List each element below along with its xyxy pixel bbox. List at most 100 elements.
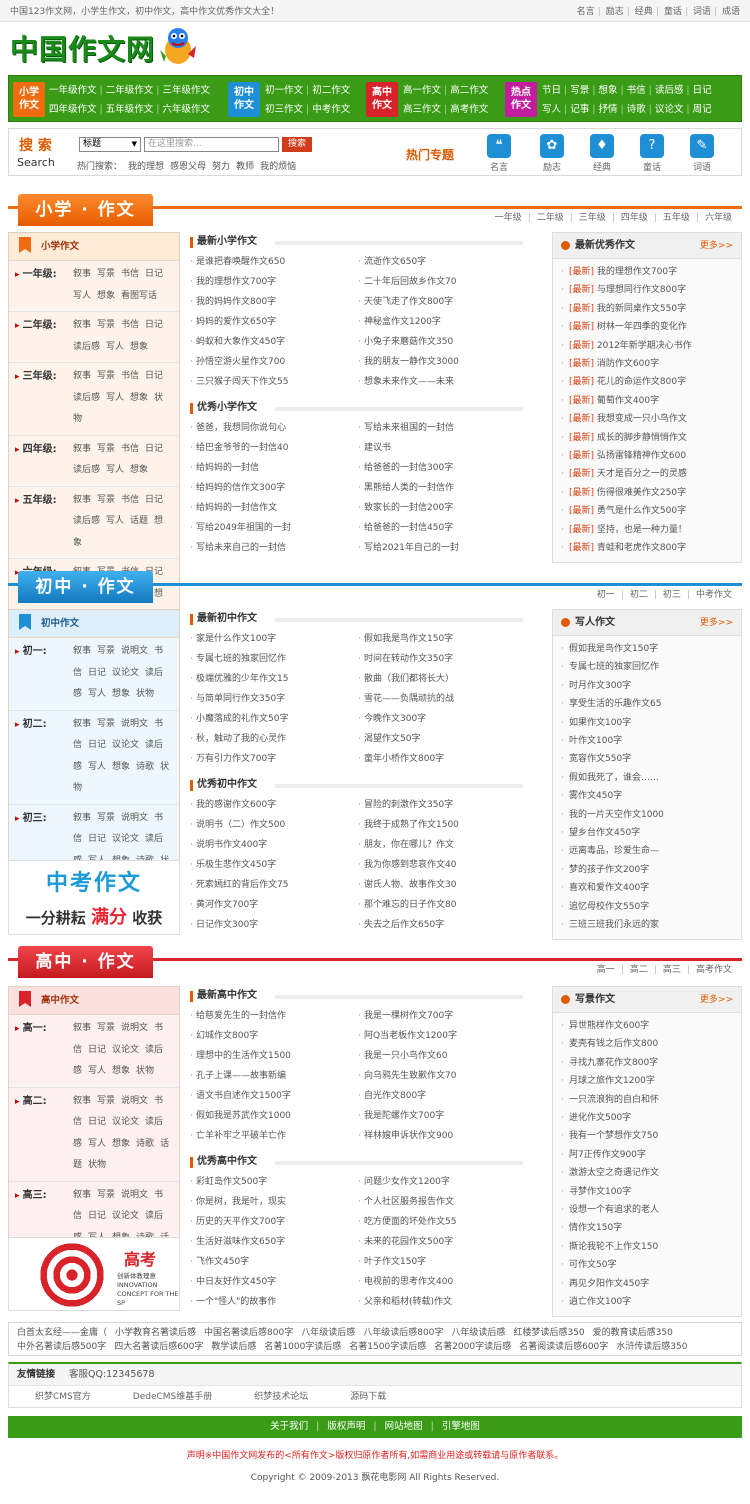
category-link[interactable]: 读后感 <box>73 516 100 526</box>
nav-badge[interactable]: 热点 作文 <box>505 82 537 117</box>
featured-link[interactable]: [最新] 弘扬雷锋精神作文600 <box>553 447 741 465</box>
featured-link[interactable]: 望乡台作文450字 <box>553 824 741 842</box>
grade-name[interactable]: 四年级: <box>15 439 57 462</box>
grade-name[interactable]: 初二: <box>15 714 47 737</box>
category-link[interactable]: 看图写话 <box>121 291 157 301</box>
category-link[interactable]: 议论文 <box>112 834 139 844</box>
article-link[interactable]: 生活好滋味作文650字 <box>190 1232 358 1252</box>
category-link[interactable]: 书信 <box>121 371 139 381</box>
nav-link[interactable]: 写人 <box>542 104 561 115</box>
nav-link[interactable]: 写景 <box>570 85 589 96</box>
category-link[interactable]: 写景 <box>97 1096 115 1106</box>
nav-link[interactable]: 抒情 <box>598 104 617 115</box>
featured-link[interactable]: 假如我死了，谁会…… <box>553 769 741 787</box>
nav-link[interactable]: 四年级作文 <box>49 104 97 115</box>
article-link[interactable]: 电视前的思考作文400 <box>358 1272 526 1292</box>
featured-link[interactable]: 假如我是鸟作文150字 <box>553 640 741 658</box>
article-link[interactable]: 写给未来祖国的一封信 <box>358 418 526 438</box>
article-link[interactable]: 理想中的生活作文1500 <box>190 1046 358 1066</box>
featured-link[interactable]: 专属七班的独家回忆作 <box>553 658 741 676</box>
grade-link[interactable]: 三年级 <box>579 213 606 223</box>
article-link[interactable]: 你是树，我是叶，现实 <box>190 1192 358 1212</box>
tag-link[interactable]: 白首太玄经——金庸（ <box>17 1328 107 1338</box>
article-link[interactable]: 叶子作文150字 <box>358 1252 526 1272</box>
zhongkao-banner[interactable]: 中考作文 一分耕耘 满分 收获 <box>8 860 180 935</box>
category-link[interactable]: 说明文 <box>121 1190 148 1200</box>
category-link[interactable]: 日记 <box>88 1211 106 1221</box>
nav-link[interactable]: 高一作文 <box>403 85 441 96</box>
category-link[interactable]: 想象 <box>130 465 148 475</box>
featured-link[interactable]: 我的一片天空作文1000 <box>553 806 741 824</box>
category-link[interactable]: 日记 <box>88 668 106 678</box>
article-link[interactable]: 未来的花园作文500字 <box>358 1232 526 1252</box>
nav-link[interactable]: 高考作文 <box>450 104 488 115</box>
friend-link[interactable]: 织梦CMS官方 <box>35 1392 91 1402</box>
article-link[interactable]: 想象未来作文——未来 <box>358 372 526 392</box>
category-link[interactable]: 说明文 <box>121 1096 148 1106</box>
category-link[interactable]: 写人 <box>88 1139 106 1149</box>
category-link[interactable]: 日记 <box>145 320 163 330</box>
article-link[interactable]: 专属七班的独家回忆作 <box>190 649 358 669</box>
featured-link[interactable]: [最新] 坚持，也是一种力量！ <box>553 521 741 539</box>
featured-link[interactable]: [最新] 我想变成一只小鸟作文 <box>553 410 741 428</box>
grade-name[interactable]: 高一: <box>15 1018 47 1041</box>
article-link[interactable]: 谢氏人物、故事作文30 <box>358 875 526 895</box>
featured-link[interactable]: 月球之旅作文1200字 <box>553 1072 741 1090</box>
nav-badge[interactable]: 高中 作文 <box>366 82 398 117</box>
grade-name[interactable]: 二年级: <box>15 315 57 338</box>
featured-link[interactable]: 叶作文100字 <box>553 732 741 750</box>
top-link[interactable]: 名言 <box>577 7 595 17</box>
category-link[interactable]: 想象 <box>112 1139 130 1149</box>
article-link[interactable]: 秋，触动了我的心灵作 <box>190 729 358 749</box>
nav-link[interactable]: 日记 <box>693 85 712 96</box>
tag-link[interactable]: 中国名著读后感800字 <box>204 1328 293 1338</box>
category-link[interactable]: 想象 <box>112 1066 130 1076</box>
search-input[interactable]: 在这里搜索... <box>144 137 279 152</box>
senior-section-title[interactable]: 高中 · 作文 <box>18 946 153 978</box>
article-link[interactable]: 给爸爸的一封信300字 <box>358 458 526 478</box>
featured-link[interactable]: [最新] 勇气是什么作文500字 <box>553 502 741 520</box>
featured-link[interactable]: [最新] 我的理想作文700字 <box>553 263 741 281</box>
category-link[interactable]: 议论文 <box>112 1211 139 1221</box>
tag-link[interactable]: 名著1000字读后感 <box>264 1342 341 1352</box>
featured-link[interactable]: 追忆母校作文550字 <box>553 898 741 916</box>
category-link[interactable]: 写人 <box>106 393 124 403</box>
article-link[interactable]: 黑熊给人类的一封信作 <box>358 478 526 498</box>
category-link[interactable]: 读后感 <box>73 465 100 475</box>
article-link[interactable]: 假如我是鸟作文150字 <box>358 629 526 649</box>
featured-link[interactable]: [最新] 我的新同桌作文550字 <box>553 300 741 318</box>
category-link[interactable]: 日记 <box>88 740 106 750</box>
nav-link[interactable]: 初一作文 <box>265 85 303 96</box>
article-link[interactable]: 幻城作文800字 <box>190 1026 358 1046</box>
top-link[interactable]: 童话 <box>664 7 682 17</box>
nav-link[interactable]: 节日 <box>542 85 561 96</box>
grade-link[interactable]: 初三 <box>663 590 681 600</box>
nav-link[interactable]: 高三作文 <box>403 104 441 115</box>
category-link[interactable]: 议论文 <box>112 1117 139 1127</box>
category-link[interactable]: 议论文 <box>112 668 139 678</box>
article-link[interactable]: 孙悟空游火星作文700 <box>190 352 358 372</box>
article-link[interactable]: 写给2021年自己的一封 <box>358 538 526 558</box>
category-link[interactable]: 日记 <box>145 444 163 454</box>
grade-link[interactable]: 初一 <box>597 590 615 600</box>
category-link[interactable]: 写人 <box>106 342 124 352</box>
category-link[interactable]: 日记 <box>88 1045 106 1055</box>
topic-4[interactable]: ✎ 词语 <box>687 134 717 173</box>
tag-link[interactable]: 八年级读后感800字 <box>363 1328 443 1338</box>
footer-link[interactable]: 版权声明 <box>327 1421 365 1432</box>
featured-link[interactable]: 可作文50字 <box>553 1256 741 1274</box>
article-link[interactable]: 死索嫣红的背后作文75 <box>190 875 358 895</box>
featured-link[interactable]: 麦壳有钱之后作文800 <box>553 1035 741 1053</box>
article-link[interactable]: 天使飞走了作文800字 <box>358 292 526 312</box>
category-link[interactable]: 叙事 <box>73 371 91 381</box>
grade-link[interactable]: 初二 <box>630 590 648 600</box>
article-link[interactable]: 时间在转动作文350字 <box>358 649 526 669</box>
tag-link[interactable]: 小学教育名著读后感 <box>115 1328 196 1338</box>
nav-badge[interactable]: 初中 作文 <box>228 82 260 117</box>
category-link[interactable]: 书信 <box>121 269 139 279</box>
article-link[interactable]: 散曲（我们都将长大） <box>358 669 526 689</box>
top-link[interactable]: 成语 <box>722 7 740 17</box>
article-link[interactable]: 致家长的一封信200字 <box>358 498 526 518</box>
article-link[interactable]: 极端优雅的少年作文15 <box>190 669 358 689</box>
topic-3[interactable]: ? 童话 <box>637 134 667 173</box>
